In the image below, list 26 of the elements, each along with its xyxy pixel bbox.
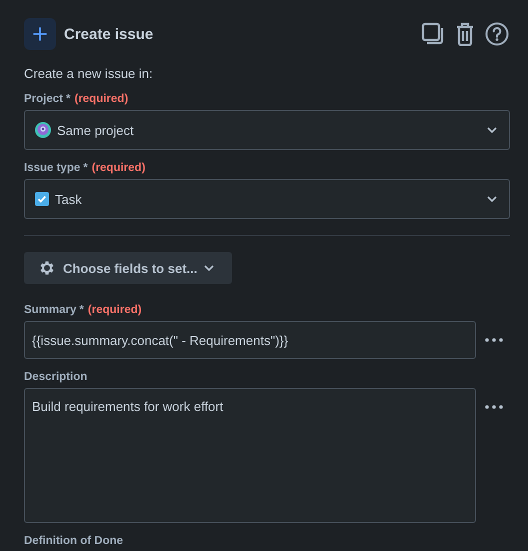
select-field[interactable]: Task: [24, 179, 510, 219]
more-icon[interactable]: [485, 338, 503, 342]
task-icon: [35, 192, 49, 206]
field-label: Issue type * (required): [24, 162, 146, 174]
project-avatar-icon: [35, 122, 51, 138]
select-value: Task: [55, 192, 82, 206]
chevron-down-icon: [487, 196, 497, 202]
chevron-down-icon: [487, 127, 497, 133]
copy-icon[interactable]: [421, 22, 445, 46]
chevron-down-icon: [204, 265, 214, 271]
gear-icon: [38, 259, 56, 277]
description-textarea[interactable]: Build requirements for work effort: [24, 388, 476, 523]
help-icon[interactable]: [485, 22, 509, 46]
field-label: Project * (required): [24, 93, 130, 105]
add-icon: [24, 18, 56, 50]
field-label: Summary * (required): [24, 304, 143, 316]
select-field[interactable]: Same project: [24, 110, 510, 150]
more-icon[interactable]: [485, 405, 503, 409]
delete-icon[interactable]: [455, 22, 475, 46]
panel-title: Create issue: [64, 26, 154, 42]
field-label: Description: [24, 371, 88, 383]
summary-input[interactable]: {{issue.summary.concat(" - Requirements")}}: [24, 321, 476, 359]
field-label: Definition of Done: [24, 535, 124, 547]
select-value: Same project: [57, 122, 134, 138]
choose-fields-button[interactable]: Choose fields to set...: [24, 252, 232, 284]
intro-text: Create a new issue in:: [24, 66, 154, 81]
